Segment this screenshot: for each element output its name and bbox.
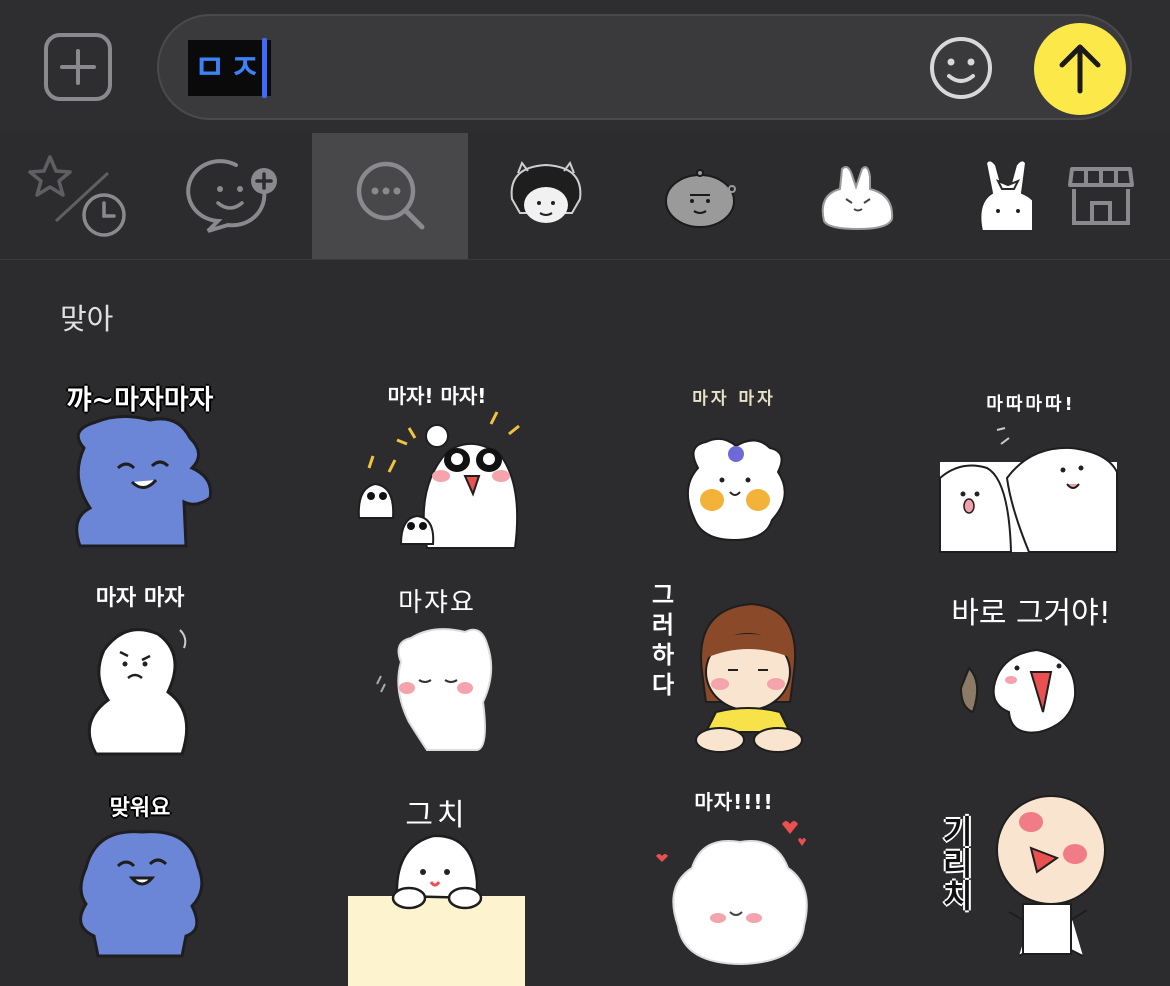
tab-sticker-round[interactable] <box>624 133 780 259</box>
top-input-bar: ㅁㅈ <box>0 0 1170 133</box>
sticker-3[interactable]: 마자 마자 <box>594 368 874 568</box>
message-input[interactable]: ㅁㅈ <box>157 14 1132 120</box>
section-title: 맞아 <box>60 302 114 336</box>
store-icon <box>1068 167 1134 225</box>
tab-search[interactable] <box>312 133 468 259</box>
blue-blob-sticker <box>75 415 213 548</box>
peeking-ghost-sticker <box>348 834 525 986</box>
sticker-8[interactable]: 바로 그거야! <box>891 572 1170 772</box>
arrow-up-icon <box>1059 44 1101 94</box>
bow-bunny-icon <box>979 159 1032 232</box>
fluffy-puppy-sticker <box>687 437 786 542</box>
grumpy-blob-sticker <box>87 628 189 756</box>
sticker-11[interactable]: 마자!!!! <box>594 786 874 986</box>
shouting-hamster-sticker <box>959 648 1077 734</box>
sticker-2[interactable]: 마자! 마자! <box>297 368 577 568</box>
sticker-12[interactable]: 기리치 <box>891 786 1170 986</box>
tab-store[interactable] <box>1032 133 1170 259</box>
tab-sticker-girl[interactable] <box>468 133 624 259</box>
tab-sticker-bow-bunny[interactable] <box>936 133 1032 259</box>
text-caret <box>262 38 267 98</box>
bunny-blob-icon <box>821 166 894 231</box>
blue-blob-happy-sticker <box>79 830 204 958</box>
screaming-buddies-sticker <box>357 411 520 549</box>
sticker-4[interactable]: 마따마따! <box>891 368 1170 568</box>
white-seals-sticker <box>939 427 1118 553</box>
tab-chat-add[interactable] <box>156 133 312 259</box>
sticker-tab-bar <box>0 133 1170 260</box>
tab-sticker-bunny[interactable] <box>780 133 936 259</box>
sticker-1[interactable]: 꺄~마자마자 <box>0 368 280 568</box>
sticker-5[interactable]: 마자 마자 <box>0 572 280 772</box>
favorites-recent-icon <box>28 155 126 237</box>
emoji-icon[interactable] <box>929 36 993 100</box>
bear-nod-sticker <box>376 628 493 751</box>
tab-favorites-recent[interactable] <box>0 133 156 259</box>
round-character-icon <box>665 169 736 228</box>
sticker-10[interactable]: 그치 <box>297 786 577 986</box>
send-button[interactable] <box>1034 23 1126 115</box>
sticker-9[interactable]: 맞워요 <box>0 786 280 986</box>
sticker-6[interactable]: 마쟈요 <box>297 572 577 772</box>
girl-sticker-icon <box>510 160 582 223</box>
input-text: ㅁㅈ <box>188 40 271 96</box>
plus-icon[interactable] <box>44 33 112 101</box>
shouting-egghead-sticker <box>996 795 1106 957</box>
fluffy-cloud-sticker <box>656 821 808 966</box>
sticker-7[interactable]: 그러하다 <box>594 572 874 772</box>
search-icon <box>356 161 425 230</box>
bob-hair-girl-sticker <box>695 602 803 753</box>
chat-add-icon <box>186 159 277 233</box>
